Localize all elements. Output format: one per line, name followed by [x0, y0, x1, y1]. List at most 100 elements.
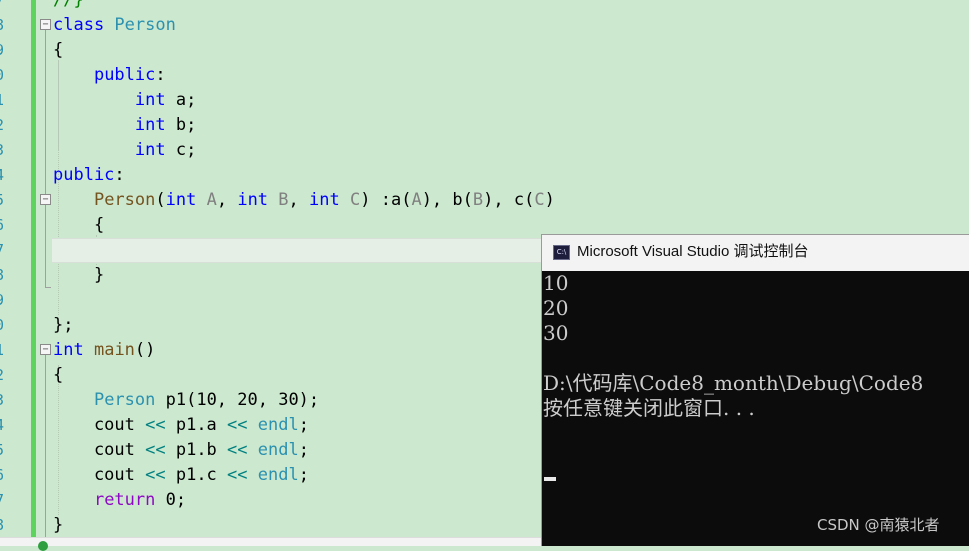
- code-line: int b;: [53, 113, 196, 138]
- line-number: 3: [0, 388, 9, 413]
- code-token: cout: [53, 415, 146, 435]
- console-output-line: 20: [543, 296, 569, 320]
- code-token: int: [309, 190, 340, 210]
- code-token: A: [411, 190, 422, 210]
- line-number: 5: [0, 188, 9, 213]
- code-token: A: [206, 190, 217, 210]
- line-number: 9: [0, 288, 9, 313]
- code-token: p1.b: [165, 440, 228, 460]
- code-line: cout << p1.a << endl;: [53, 413, 309, 438]
- code-line: return 0;: [53, 488, 186, 513]
- code-token: }: [53, 515, 64, 535]
- debug-console-window[interactable]: C:\ Microsoft Visual Studio 调试控制台 10 20 30…: [541, 234, 969, 546]
- console-cursor: [544, 477, 556, 481]
- code-line: };: [53, 313, 73, 338]
- fold-class-person-icon[interactable]: −: [40, 19, 51, 30]
- console-app-icon: C:\: [553, 245, 570, 260]
- line-number: 4: [0, 163, 9, 188]
- code-token: return: [93, 490, 156, 510]
- code-token: C: [534, 190, 545, 210]
- console-title: Microsoft Visual Studio 调试控制台: [577, 243, 809, 260]
- fold-constructor-icon[interactable]: −: [40, 194, 51, 205]
- code-token: 0;: [155, 490, 187, 510]
- line-number: 3: [0, 138, 9, 163]
- code-token: ), b(: [421, 190, 473, 210]
- code-token: ;: [298, 465, 309, 485]
- code-token: int: [134, 115, 166, 135]
- code-token: {: [53, 215, 105, 235]
- code-line: class Person: [53, 13, 176, 38]
- code-token: endl: [257, 440, 299, 460]
- code-token: Person: [114, 15, 176, 35]
- console-output[interactable]: 10 20 30 D:\代码库\Code8_month\Debug\Code8 按任意键…: [542, 271, 969, 546]
- console-output-line: 10: [543, 271, 569, 295]
- line-number: 5: [0, 438, 9, 463]
- code-line: int a;: [53, 88, 196, 113]
- code-token: cout: [53, 465, 146, 485]
- fold-end-mark: [45, 287, 51, 288]
- line-number: 7: [0, 488, 9, 513]
- fold-guide-line: [45, 355, 46, 537]
- code-token: {: [53, 365, 64, 385]
- code-token: class: [53, 15, 115, 35]
- code-token: public: [93, 65, 156, 85]
- line-number: 8: [0, 13, 9, 38]
- line-number-gutter: 7890123456789012345678: [0, 0, 14, 545]
- watermark: CSDN @南猿北者: [817, 516, 940, 534]
- line-number: 2: [0, 363, 9, 388]
- code-token: (): [134, 340, 156, 360]
- code-line: //}: [53, 0, 84, 13]
- current-line-highlight: [51, 238, 543, 263]
- code-token: (: [155, 190, 166, 210]
- code-token: //}: [53, 0, 84, 10]
- code-line: cout << p1.c << endl;: [53, 463, 309, 488]
- code-line: {: [53, 213, 104, 238]
- code-token: <<: [145, 440, 166, 460]
- line-number: 4: [0, 413, 9, 438]
- code-token: c;: [165, 140, 197, 160]
- code-token: ,: [288, 190, 310, 210]
- code-token: main: [93, 340, 135, 360]
- line-number: 2: [0, 113, 9, 138]
- code-token: :: [155, 65, 166, 85]
- code-line: int c;: [53, 138, 196, 163]
- console-titlebar[interactable]: C:\ Microsoft Visual Studio 调试控制台: [542, 235, 969, 271]
- code-token: <<: [227, 415, 248, 435]
- code-token: ;: [298, 415, 309, 435]
- line-number: 7: [0, 238, 9, 263]
- code-line: cout << p1.b << endl;: [53, 438, 309, 463]
- code-token: Person: [93, 390, 156, 410]
- line-number: 9: [0, 38, 9, 63]
- code-token: :: [114, 165, 125, 185]
- code-line: }: [53, 263, 104, 288]
- line-number: 8: [0, 513, 9, 538]
- line-number: 6: [0, 463, 9, 488]
- line-number: 8: [0, 263, 9, 288]
- code-token: int: [134, 90, 166, 110]
- code-token: endl: [257, 415, 299, 435]
- code-token: <<: [145, 415, 166, 435]
- code-token: b;: [165, 115, 197, 135]
- code-line: Person(int A, int B, int C) :a(A), b(B),…: [53, 188, 555, 213]
- fold-main-icon[interactable]: −: [40, 344, 51, 355]
- line-number: 6: [0, 213, 9, 238]
- code-token: <<: [227, 440, 248, 460]
- code-token: ) :a(: [360, 190, 412, 210]
- code-line: public:: [53, 163, 125, 188]
- change-tracking-bar: [31, 0, 36, 537]
- code-token: int: [53, 340, 84, 360]
- code-token: int: [165, 190, 197, 210]
- line-number: 1: [0, 88, 9, 113]
